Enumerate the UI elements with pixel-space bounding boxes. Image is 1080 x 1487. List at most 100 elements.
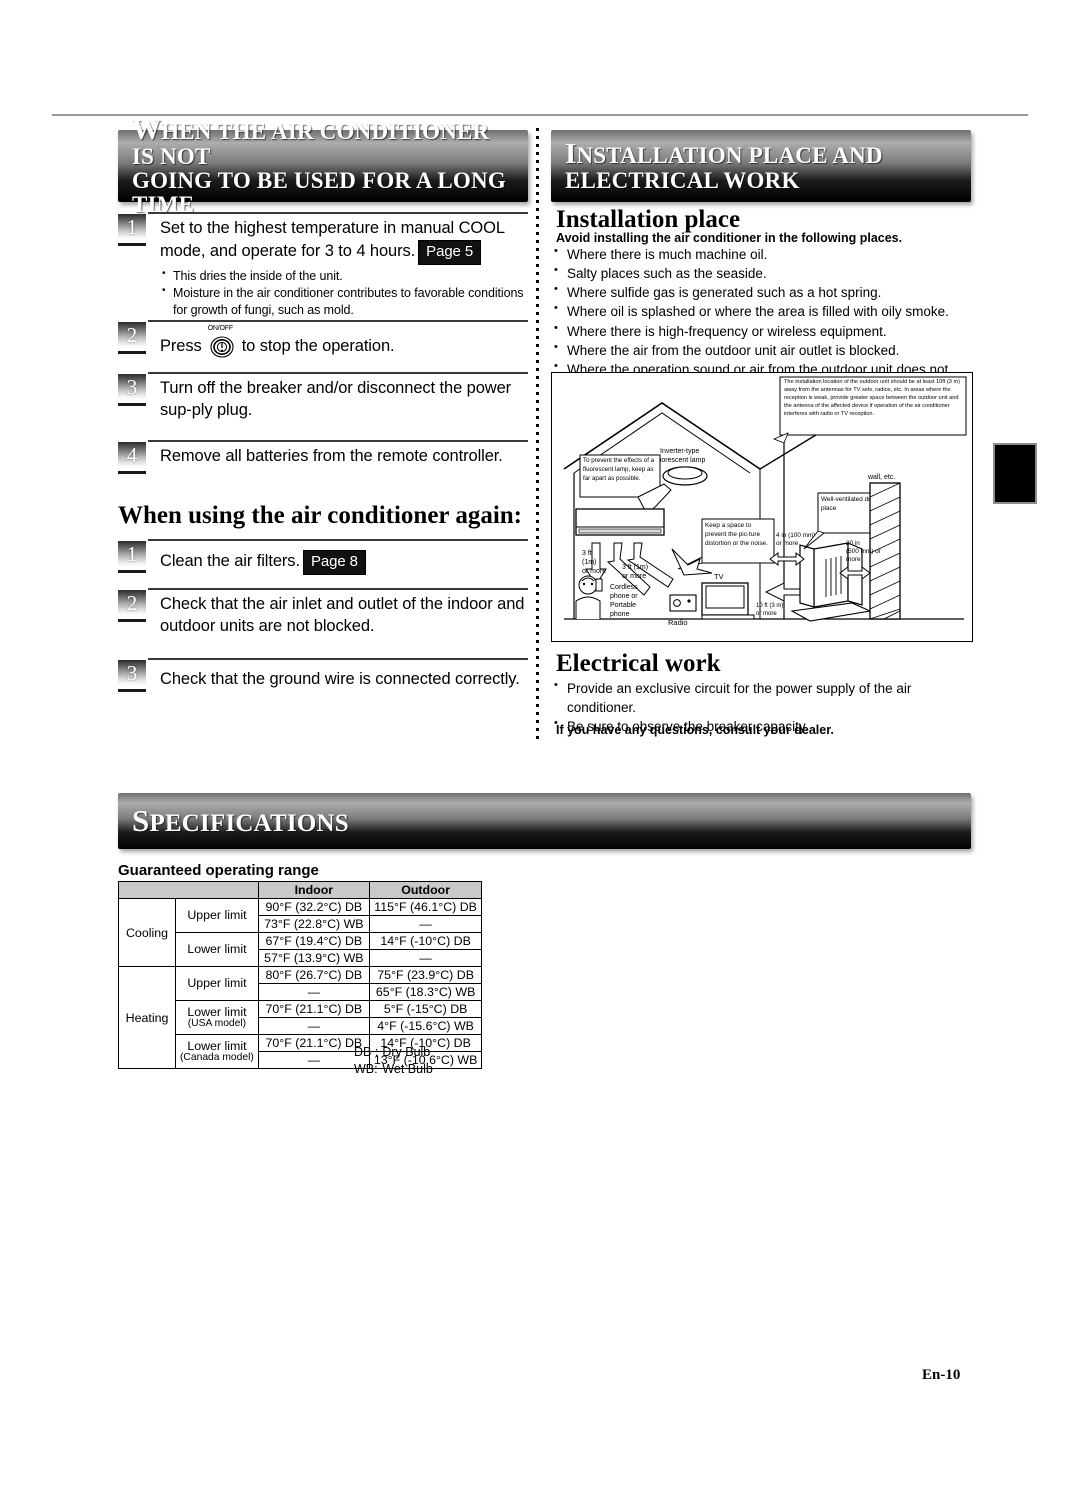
step-text: Check that the air inlet and outlet of t… bbox=[160, 595, 525, 635]
banner-initial: I bbox=[565, 137, 577, 170]
legend-abbr: WB: bbox=[354, 1061, 378, 1076]
phone-label-line2: phone or bbox=[610, 593, 638, 600]
outdoor-value: 14°F (-10°C) DB bbox=[368, 932, 483, 950]
banner-line2: ELECTRICAL WORK bbox=[565, 168, 800, 194]
step-text: Check that the ground wire is connected … bbox=[160, 670, 520, 688]
banner-initial: S bbox=[132, 802, 150, 838]
outdoor-value: — bbox=[368, 915, 483, 933]
page-reference-badge[interactable]: Page 5 bbox=[418, 239, 482, 265]
step-text: Clean the air filters. bbox=[160, 552, 300, 570]
outdoor-value: 4°F (-15.6°C) WB bbox=[368, 1017, 483, 1035]
phone-distance-line3: or more bbox=[582, 568, 606, 575]
back-distance-line1: 4 in (100 mm) bbox=[776, 532, 815, 539]
lamp-label-line2: fluorescent lamp bbox=[654, 457, 705, 464]
phone-label-line3: Portable bbox=[610, 602, 636, 609]
banner-line2: GOING TO BE USED FOR A LONG TIME bbox=[132, 168, 506, 218]
wall-label: wall, etc. bbox=[867, 474, 895, 481]
legend-abbr: DB : bbox=[354, 1045, 379, 1059]
table-legend: DB : Dry Bulb WB: Wet Bulb bbox=[352, 1044, 435, 1078]
indoor-value: 73°F (22.8°C) WB bbox=[257, 915, 370, 933]
wall-distance-line1: 20 in bbox=[846, 540, 860, 547]
page-reference-badge[interactable]: Page 8 bbox=[302, 550, 366, 575]
indoor-value: 90°F (32.2°C) DB bbox=[257, 898, 370, 916]
radio-distance-line1: 3 ft (1m) bbox=[622, 564, 648, 571]
table-row: Cooling Upper limit 90°F (32.2°C) DB 115… bbox=[118, 898, 483, 967]
indoor-value: — bbox=[257, 983, 370, 1001]
banner-initial: W bbox=[132, 114, 162, 147]
guaranteed-operating-range-table: Indoor Outdoor Cooling Upper limit 90°F … bbox=[118, 881, 483, 1069]
page-number: En-10 bbox=[922, 1367, 961, 1383]
installation-bullet: Where sulfide gas is generated such as a… bbox=[551, 282, 976, 302]
column-header-outdoor: Outdoor bbox=[368, 881, 483, 899]
electrical-work-heading: Electrical work bbox=[556, 650, 721, 677]
step-text-after: to stop the operation. bbox=[241, 337, 395, 356]
heading-banner-long-time: WHEN THE AIR CONDITIONER IS NOT GOING TO… bbox=[118, 115, 528, 216]
installation-bullet: Where the air from the outdoor unit air … bbox=[551, 340, 976, 360]
phone-label-line4: phone bbox=[610, 611, 630, 618]
installation-lead-text: Avoid installing the air conditioner in … bbox=[556, 231, 903, 245]
indoor-value: 57°F (13.9°C) WB bbox=[257, 949, 370, 967]
column-divider bbox=[536, 128, 539, 743]
column-header-indoor: Indoor bbox=[257, 881, 370, 899]
table-header-row: Indoor Outdoor bbox=[118, 881, 483, 899]
banner-line1: NSTALLATION PLACE AND bbox=[576, 142, 883, 168]
limit-sublabel: (USA model) bbox=[187, 1017, 247, 1029]
legend-meaning: Wet Bulb bbox=[382, 1061, 433, 1076]
step-text: Remove all batteries from the remote con… bbox=[160, 447, 503, 465]
outdoor-value: 65°F (18.3°C) WB bbox=[368, 983, 483, 1001]
step-number: 1 bbox=[118, 214, 146, 246]
radio-distance-line2: or more bbox=[622, 573, 646, 580]
step-number: 3 bbox=[118, 374, 146, 406]
limit-label: Lower limit bbox=[187, 1038, 247, 1053]
step-number: 2 bbox=[118, 590, 146, 622]
limit-cell: Lower limit (USA model) bbox=[175, 1000, 259, 1035]
reuse-heading: When using the air conditioner again: bbox=[118, 502, 522, 529]
table-corner-cell bbox=[118, 881, 259, 899]
installation-bullet: Where there is high-frequency or wireles… bbox=[551, 321, 976, 341]
outdoor-value: 115°F (46.1°C) DB bbox=[368, 898, 483, 916]
indoor-value: 80°F (26.7°C) DB bbox=[257, 966, 370, 984]
step-subbullet: Moisture in the air conditioner contribu… bbox=[162, 284, 528, 319]
step-subbullet: This dries the inside of the unit. bbox=[162, 267, 528, 285]
tv-distance-line2: or more bbox=[756, 611, 777, 617]
step-number: 4 bbox=[118, 442, 146, 474]
banner-line1: HEN THE AIR CONDITIONER IS NOT bbox=[132, 119, 490, 170]
spec-table-title: Guaranteed operating range bbox=[118, 862, 319, 879]
limit-label: Lower limit bbox=[187, 1004, 247, 1019]
heading-banner-installation: INSTALLATION PLACE AND ELECTRICAL WORK bbox=[551, 130, 971, 202]
tv-distance-line1: 10 ft (3 m) bbox=[756, 603, 783, 609]
step-text: Turn off the breaker and/or disconnect t… bbox=[160, 379, 512, 419]
step-number: 2 bbox=[118, 322, 146, 354]
margin-tab-marker bbox=[993, 443, 1037, 504]
limit-cell: Lower limit bbox=[175, 932, 259, 967]
installation-bullet: Where oil is splashed or where the area … bbox=[551, 301, 976, 321]
on-off-icon-label: ON/OFF bbox=[207, 325, 233, 332]
limit-cell: Upper limit bbox=[175, 898, 259, 933]
indoor-value: — bbox=[257, 1017, 370, 1035]
step-text-before: Press bbox=[160, 337, 202, 356]
mode-cell: Cooling bbox=[118, 898, 176, 967]
outdoor-value: 75°F (23.9°C) DB bbox=[368, 966, 483, 984]
wall-distance-line3: more bbox=[846, 556, 861, 563]
installation-bullet: Where there is much machine oil. bbox=[551, 244, 976, 264]
radio-label: Radio bbox=[668, 618, 688, 627]
legend-meaning: Dry Bulb bbox=[382, 1045, 431, 1059]
indoor-value: 67°F (19.4°C) DB bbox=[257, 932, 370, 950]
phone-distance-line1: 3 ft bbox=[582, 550, 592, 557]
indoor-value: 70°F (21.1°C) DB bbox=[257, 1000, 370, 1018]
limit-cell: Upper limit bbox=[175, 966, 259, 1001]
antenna-note-text: The installation location of the outdoor… bbox=[784, 379, 960, 417]
table-row: Heating Upper limit 80°F (26.7°C) DB 75°… bbox=[118, 966, 483, 1069]
limit-cell: Lower limit (Canada model) bbox=[175, 1034, 259, 1069]
installation-place-heading: Installation place bbox=[556, 206, 741, 233]
step-number: 3 bbox=[118, 660, 146, 692]
back-distance-line2: or more bbox=[776, 540, 798, 547]
outdoor-value: — bbox=[368, 949, 483, 967]
manual-page: WHEN THE AIR CONDITIONER IS NOT GOING TO… bbox=[0, 0, 1080, 1487]
legend-row: WB: Wet Bulb bbox=[352, 1061, 435, 1078]
on-off-button-icon: ON/OFF bbox=[207, 325, 237, 360]
installation-bullet: Salty places such as the seaside. bbox=[551, 263, 976, 283]
banner-line1: PECIFICATIONS bbox=[149, 809, 349, 837]
heading-banner-specifications: SPECIFICATIONS bbox=[118, 793, 971, 849]
picture-bubble-text: Keep a space to prevent the pic-ture dis… bbox=[705, 522, 768, 548]
